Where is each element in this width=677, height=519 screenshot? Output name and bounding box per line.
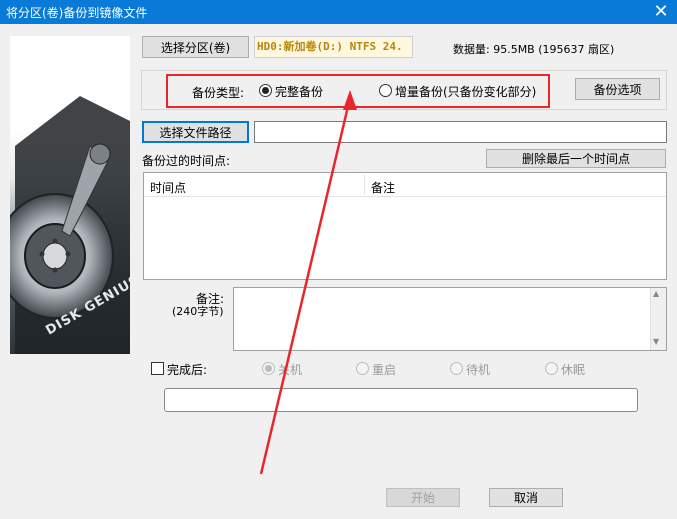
title-bar: 将分区(卷)备份到镜像文件 ✕ <box>0 0 677 24</box>
dialog-body: DISK GENIUS 选择分区(卷) HD0:新加卷(D:) NTFS 24.… <box>0 24 677 519</box>
annotation-arrow <box>259 90 357 475</box>
window-title: 将分区(卷)备份到镜像文件 <box>6 6 148 20</box>
close-icon[interactable]: ✕ <box>653 0 669 24</box>
